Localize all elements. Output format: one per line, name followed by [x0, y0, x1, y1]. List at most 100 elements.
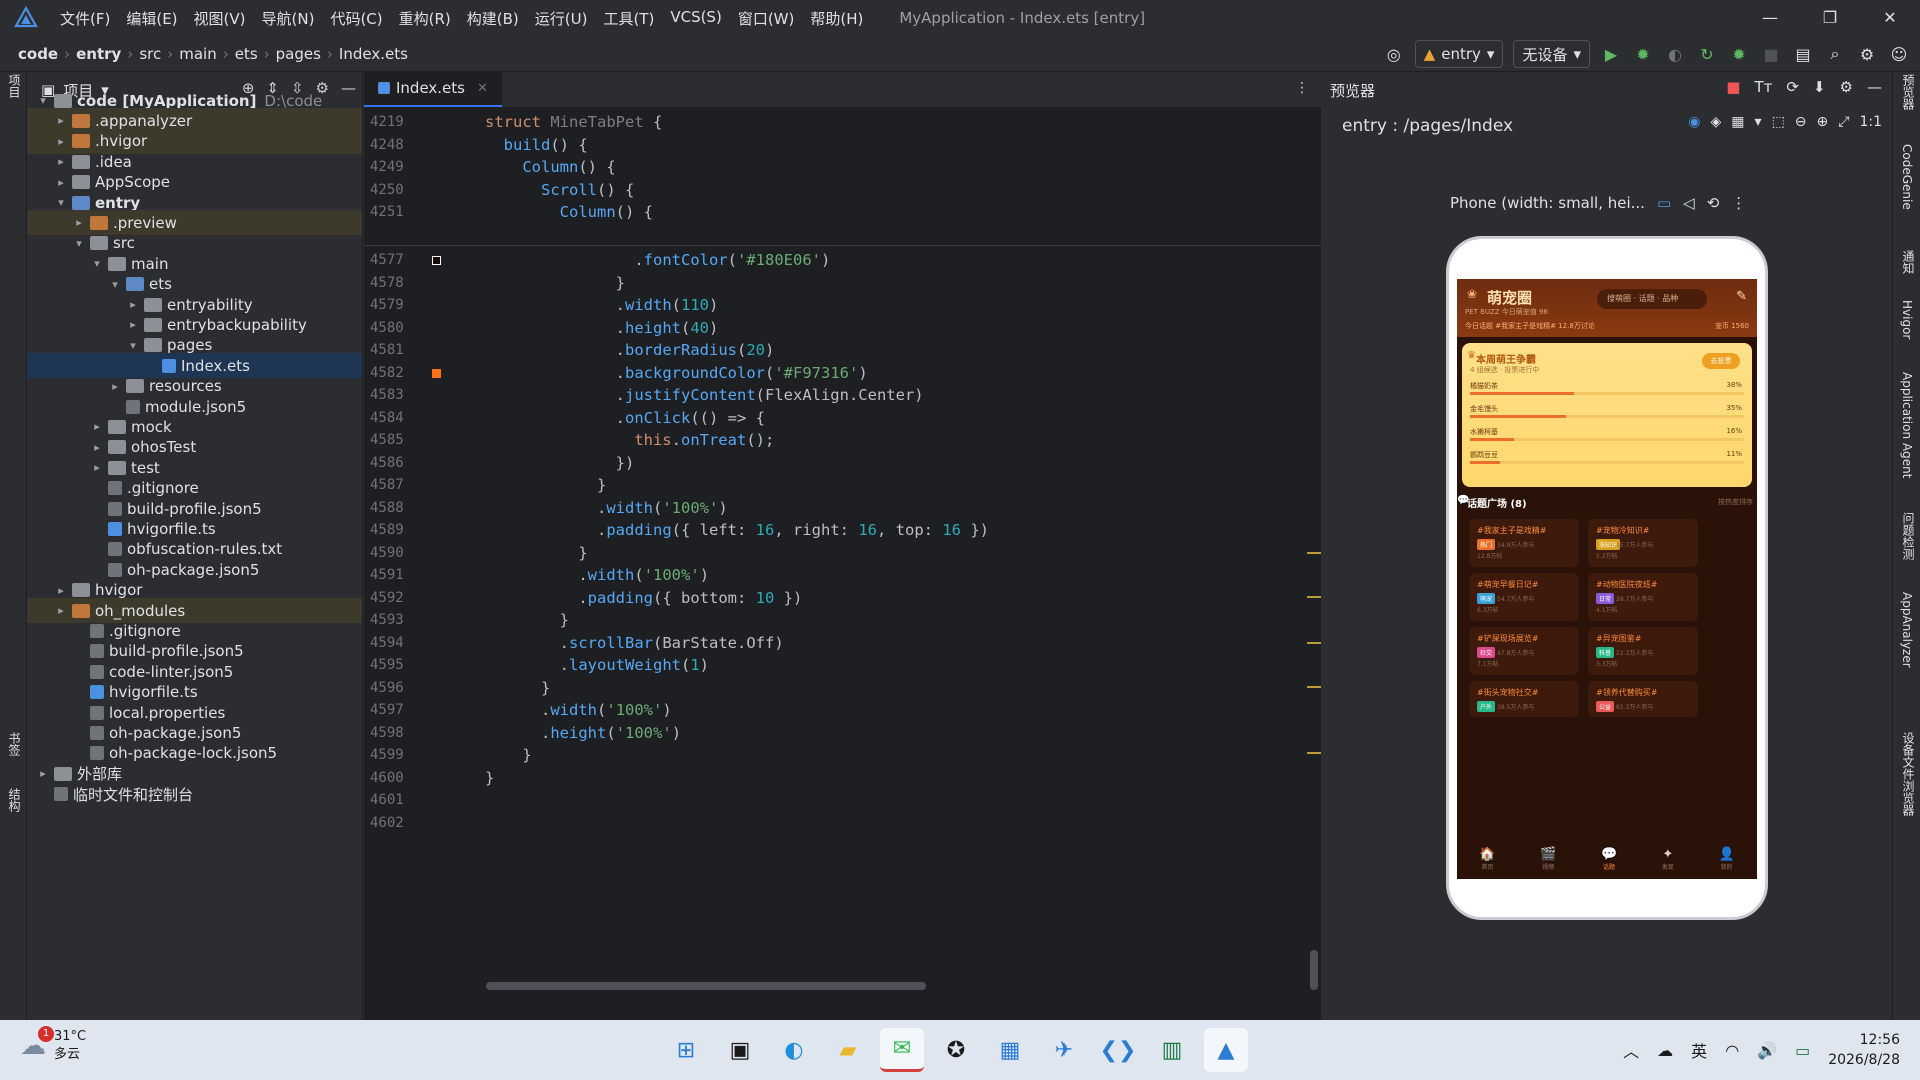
chevron-down-icon[interactable]: ▾ — [1755, 114, 1762, 130]
app-tab[interactable]: 🎬 视频 — [1540, 847, 1556, 871]
refresh-icon[interactable]: ⟳ — [1786, 78, 1799, 96]
editor-tab-index[interactable]: Index.ets ✕ — [364, 71, 502, 107]
breadcrumb-item[interactable]: entry — [72, 45, 125, 63]
volume-icon[interactable]: 🔊 — [1757, 1041, 1777, 1060]
chevron-right-icon[interactable]: ▸ — [125, 318, 141, 331]
chevron-right-icon[interactable]: ▸ — [53, 155, 69, 168]
chevron-down-icon[interactable]: ▾ — [71, 237, 87, 250]
app-tab[interactable]: ✦ 发现 — [1662, 847, 1674, 871]
breadcrumb-item[interactable]: main — [175, 45, 220, 63]
device-icon[interactable]: ▭ — [1657, 194, 1671, 212]
right-tool-tab[interactable]: 问题检测 — [1900, 512, 1917, 560]
clock[interactable]: 12:56 2026/8/28 — [1828, 1030, 1900, 1070]
menu-item[interactable]: 导航(N) — [254, 8, 323, 29]
chevron-right-icon[interactable]: ▸ — [35, 767, 51, 780]
breadcrumb-item[interactable]: ets — [231, 45, 262, 63]
inspector-icon[interactable]: ◉ — [1688, 114, 1700, 130]
topic-card[interactable]: #领养代替购买# 公益 61.3万人参与 — [1588, 681, 1698, 717]
start-icon[interactable]: ⊞ — [664, 1028, 708, 1072]
target-icon[interactable]: ◎ — [1383, 43, 1405, 65]
layers-icon[interactable]: ◈ — [1711, 114, 1722, 130]
vscode-icon[interactable]: ❮❯ — [1096, 1028, 1140, 1072]
breadcrumb-item[interactable]: code — [14, 45, 62, 63]
vote-button[interactable]: 去投票 — [1702, 353, 1740, 369]
chevron-right-icon[interactable]: ▸ — [53, 604, 69, 617]
menu-item[interactable]: 重构(R) — [391, 8, 459, 29]
back-icon[interactable]: ◁ — [1683, 194, 1695, 212]
battery-icon[interactable]: ▭ — [1795, 1041, 1810, 1060]
breadcrumb-item[interactable]: Index.ets — [335, 45, 412, 63]
edge-icon[interactable]: ◐ — [772, 1028, 816, 1072]
attach-debugger-icon[interactable]: ✹ — [1728, 43, 1750, 65]
app-tab[interactable]: 👤 我的 — [1718, 847, 1734, 871]
rotate-icon[interactable]: ⟲ — [1707, 194, 1720, 212]
project-tool-tab[interactable]: 项目 — [6, 74, 23, 98]
menu-item[interactable]: 运行(U) — [527, 8, 596, 29]
weather-widget[interactable]: ☁ 1 31°C 多云 — [20, 1026, 86, 1064]
color-swatch-icon[interactable] — [432, 256, 441, 265]
store-icon[interactable]: ▦ — [988, 1028, 1032, 1072]
qq-icon[interactable]: ✪ — [934, 1028, 978, 1072]
chevron-right-icon[interactable]: ▸ — [53, 176, 69, 189]
feishu-icon[interactable]: ✈ — [1042, 1028, 1086, 1072]
topic-card[interactable]: #异宠图鉴# 科普 22.3万人参与 3.3万帖 — [1588, 627, 1698, 675]
menu-item[interactable]: 工具(T) — [595, 8, 662, 29]
topic-card[interactable]: #动物医院夜班# 日常 28.7万人参与 4.1万帖 — [1588, 573, 1698, 621]
onedrive-icon[interactable]: ☁ — [1657, 1041, 1673, 1060]
font-size-icon[interactable]: Tт — [1754, 78, 1772, 96]
menu-item[interactable]: 代码(C) — [322, 8, 390, 29]
run-config-select[interactable]: ▲ entry ▾ — [1414, 40, 1504, 68]
file-explorer-icon[interactable]: ▰ — [826, 1028, 870, 1072]
chevron-right-icon[interactable]: ▸ — [125, 298, 141, 311]
actual-size-icon[interactable]: 1:1 — [1859, 114, 1882, 130]
pin-icon[interactable]: ⬇ — [1813, 78, 1826, 96]
chevron-down-icon[interactable]: ▾ — [125, 339, 141, 352]
rerun-icon[interactable]: ↻ — [1696, 43, 1718, 65]
excel-icon[interactable]: ▥ — [1150, 1028, 1194, 1072]
chevron-right-icon[interactable]: ▸ — [53, 135, 69, 148]
right-tool-tab[interactable]: CodeGenie — [1900, 144, 1914, 210]
zoom-out-icon[interactable]: ⊖ — [1795, 114, 1807, 130]
menu-item[interactable]: 视图(V) — [186, 8, 254, 29]
chevron-right-icon[interactable]: ▸ — [107, 380, 123, 393]
chevron-down-icon[interactable]: ▾ — [89, 257, 105, 270]
topic-card[interactable]: #萌宠早餐日记# 萌宠 54.7万人参与 6.3万帖 — [1469, 573, 1579, 621]
ime-indicator[interactable]: 英 — [1691, 1038, 1707, 1062]
right-tool-tab[interactable]: AppAnalyzer — [1900, 592, 1914, 668]
vote-row[interactable]: 水獭柯基 16% — [1470, 427, 1744, 445]
menu-item[interactable]: 帮助(H) — [802, 8, 871, 29]
topics-sort[interactable]: 按热度排序 — [1718, 497, 1753, 507]
maximize-button[interactable]: ❐ — [1800, 0, 1860, 36]
menu-item[interactable]: 窗口(W) — [730, 8, 803, 29]
more-icon[interactable]: ⋮ — [1295, 80, 1309, 96]
chevron-right-icon[interactable]: ▸ — [89, 461, 105, 474]
breadcrumb-item[interactable]: src — [135, 45, 165, 63]
stop-icon[interactable]: ■ — [1760, 43, 1782, 65]
app-search[interactable]: 搜萌圈 · 话题 · 品种 — [1597, 289, 1707, 309]
search-icon[interactable]: ⌕ — [1824, 43, 1846, 65]
device-manager-icon[interactable]: ▤ — [1792, 43, 1814, 65]
topic-card[interactable]: #街头宠物社交# 户外 38.5万人参与 — [1469, 681, 1579, 717]
tree-item[interactable]: 临时文件和控制台 — [27, 782, 362, 807]
menu-item[interactable]: VCS(S) — [662, 8, 729, 29]
vote-row[interactable]: 橘猫奶茶 38% — [1470, 381, 1744, 399]
color-swatch-icon[interactable] — [432, 368, 441, 378]
chevron-right-icon[interactable]: ▸ — [89, 441, 105, 454]
right-tool-tab[interactable]: 设备文件浏览器 — [1900, 732, 1917, 816]
fit-icon[interactable]: ⤢ — [1838, 114, 1849, 130]
right-tool-tab[interactable]: 预览器 — [1900, 74, 1917, 110]
menu-item[interactable]: 编辑(E) — [118, 8, 185, 29]
more-icon[interactable]: ⋮ — [1731, 194, 1746, 212]
wechat-icon[interactable]: ✉ — [880, 1028, 924, 1072]
gear-icon[interactable]: ⚙ — [1840, 78, 1853, 96]
breadcrumb-item[interactable]: pages — [272, 45, 325, 63]
chevron-down-icon[interactable]: ▾ — [35, 94, 51, 107]
right-tool-tab[interactable]: Hvigor — [1900, 300, 1914, 339]
menu-item[interactable]: 文件(F) — [52, 8, 118, 29]
topic-card[interactable]: #我家主子是戏精# 热门 34.9万人参与 12.8万帖 — [1469, 519, 1579, 567]
close-button[interactable]: ✕ — [1860, 0, 1920, 36]
chevron-down-icon[interactable]: ▾ — [107, 278, 123, 291]
right-tool-tab[interactable]: 通知 — [1900, 250, 1917, 274]
crop-icon[interactable]: ⬚ — [1772, 114, 1785, 130]
app-tab[interactable]: 🏠 首页 — [1479, 847, 1495, 871]
